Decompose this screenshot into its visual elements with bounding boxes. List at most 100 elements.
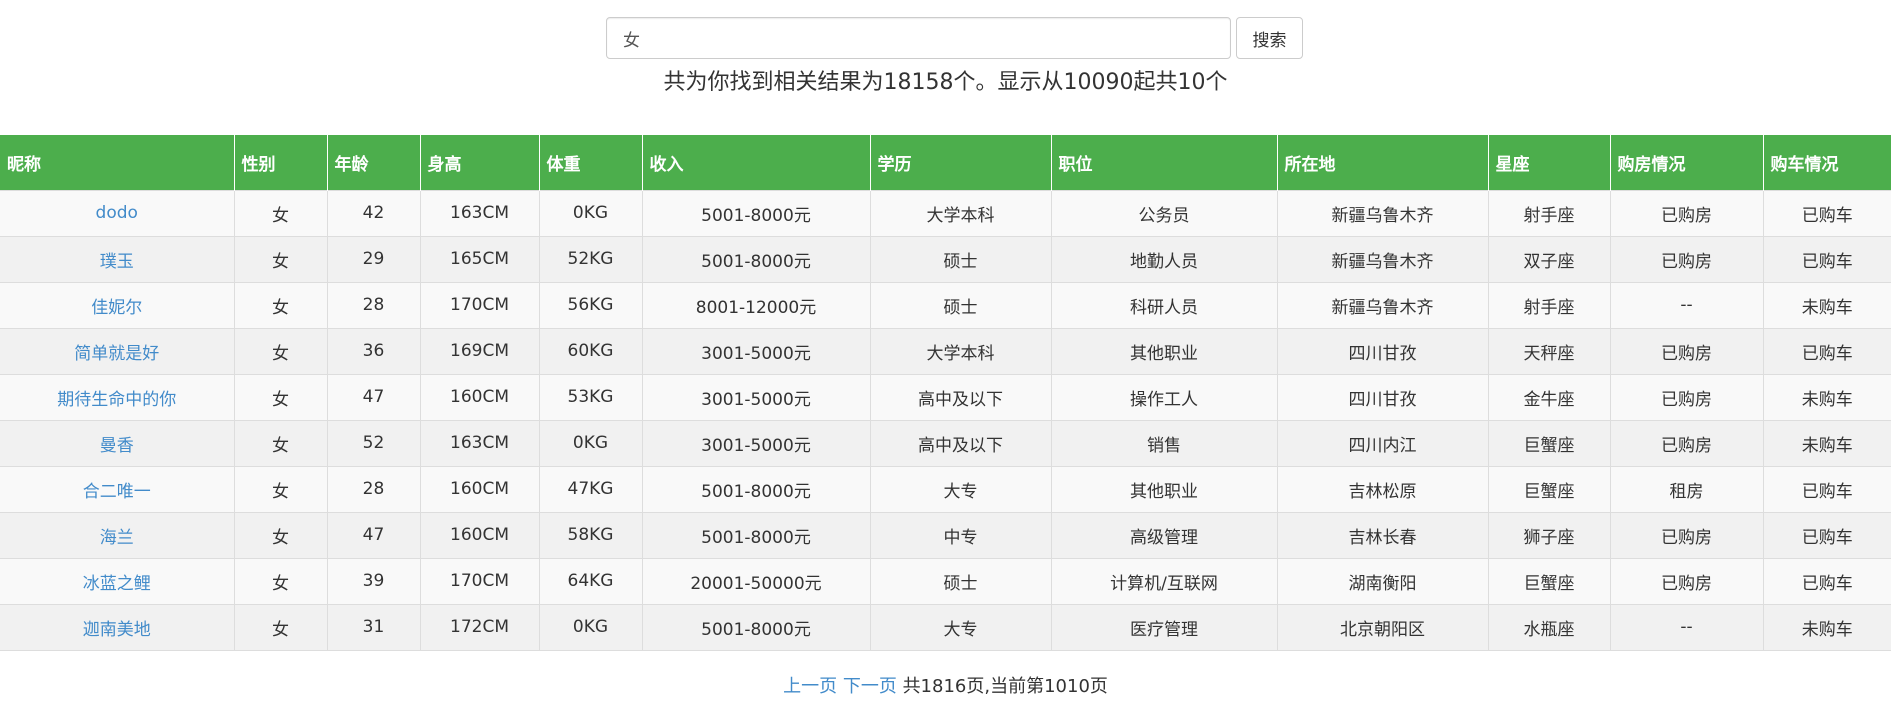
- cell-location: 四川内江: [1277, 419, 1489, 466]
- cell-weight: 64KG: [539, 557, 643, 604]
- cell-age: 29: [327, 235, 421, 282]
- cell-zodiac: 天秤座: [1488, 327, 1611, 374]
- cell-gender: 女: [234, 465, 328, 512]
- cell-occupation: 其他职业: [1051, 465, 1278, 512]
- cell-location: 吉林松原: [1277, 465, 1489, 512]
- cell-occupation: 公务员: [1051, 189, 1278, 236]
- column-header-occupation: 职位: [1051, 135, 1278, 190]
- cell-zodiac: 狮子座: [1488, 511, 1611, 558]
- cell-income: 5001-8000元: [642, 603, 871, 651]
- column-header-age: 年龄: [327, 135, 421, 190]
- cell-location: 四川甘孜: [1277, 327, 1489, 374]
- cell-age: 42: [327, 189, 421, 236]
- cell-weight: 58KG: [539, 511, 643, 558]
- cell-age: 31: [327, 603, 421, 651]
- cell-car: 未购车: [1763, 603, 1891, 651]
- cell-occupation: 高级管理: [1051, 511, 1278, 558]
- cell-gender: 女: [234, 373, 328, 420]
- cell-income: 3001-5000元: [642, 373, 871, 420]
- cell-height: 160CM: [420, 511, 540, 558]
- cell-age: 28: [327, 281, 421, 328]
- profile-link[interactable]: 冰蓝之鲤: [83, 574, 151, 594]
- profile-link[interactable]: 璞玉: [100, 252, 134, 272]
- cell-location: 湖南衡阳: [1277, 557, 1489, 604]
- cell-zodiac: 巨蟹座: [1488, 557, 1611, 604]
- prev-page-link[interactable]: 上一页: [783, 676, 837, 697]
- column-header-education: 学历: [870, 135, 1052, 190]
- profile-link[interactable]: 曼香: [100, 436, 134, 456]
- profile-link[interactable]: dodo: [96, 203, 138, 223]
- cell-age: 52: [327, 419, 421, 466]
- cell-zodiac: 金牛座: [1488, 373, 1611, 420]
- cell-weight: 52KG: [539, 235, 643, 282]
- cell-nickname: 璞玉: [0, 235, 235, 282]
- profile-link[interactable]: 迦南美地: [83, 620, 151, 640]
- cell-nickname: 简单就是好: [0, 327, 235, 374]
- cell-education: 大专: [870, 603, 1052, 651]
- cell-car: 已购车: [1763, 189, 1891, 236]
- cell-weight: 56KG: [539, 281, 643, 328]
- cell-income: 5001-8000元: [642, 235, 871, 282]
- column-header-nickname: 昵称: [0, 135, 235, 190]
- cell-age: 36: [327, 327, 421, 374]
- cell-age: 28: [327, 465, 421, 512]
- cell-income: 8001-12000元: [642, 281, 871, 328]
- cell-education: 高中及以下: [870, 373, 1052, 420]
- result-summary: 共为你找到相关结果为18158个。显示从10090起共10个: [663, 70, 1228, 95]
- cell-housing: 已购房: [1610, 557, 1764, 604]
- cell-weight: 0KG: [539, 603, 643, 651]
- cell-height: 172CM: [420, 603, 540, 651]
- cell-height: 170CM: [420, 557, 540, 604]
- cell-income: 3001-5000元: [642, 419, 871, 466]
- table-row: 期待生命中的你 女 47 160CM 53KG 3001-5000元 高中及以下 操作工人 四川…: [0, 373, 1891, 420]
- search-input[interactable]: [606, 17, 1231, 59]
- cell-age: 47: [327, 373, 421, 420]
- column-header-weight: 体重: [539, 135, 643, 190]
- cell-zodiac: 水瓶座: [1488, 603, 1611, 651]
- column-header-height: 身高: [420, 135, 540, 190]
- page-info: 共1816页,当前第1010页: [902, 676, 1108, 697]
- cell-housing: 已购房: [1610, 419, 1764, 466]
- cell-car: 已购车: [1763, 557, 1891, 604]
- cell-housing: --: [1610, 281, 1764, 328]
- cell-housing: --: [1610, 603, 1764, 651]
- profile-link[interactable]: 期待生命中的你: [57, 390, 176, 410]
- cell-location: 吉林长春: [1277, 511, 1489, 558]
- table-row: 曼香 女 52 163CM 0KG 3001-5000元 高中及以下 销售 四川内江 巨蟹座 已购房…: [0, 419, 1891, 466]
- table-row: dodo 女 42 163CM 0KG 5001-8000元 大学本科 公务员 新疆乌鲁木齐 射手…: [0, 189, 1891, 236]
- next-page-link[interactable]: 下一页: [843, 676, 897, 697]
- cell-nickname: 迦南美地: [0, 603, 235, 651]
- table-row: 迦南美地 女 31 172CM 0KG 5001-8000元 大专 医疗管理 北京朝阳区 水瓶座 -…: [0, 603, 1891, 651]
- cell-housing: 已购房: [1610, 327, 1764, 374]
- column-header-gender: 性别: [234, 135, 328, 190]
- cell-occupation: 科研人员: [1051, 281, 1278, 328]
- profile-link[interactable]: 海兰: [100, 528, 134, 548]
- table-header-row: 昵称 性别 年龄 身高 体重 收入 学历 职位 所在地 星座 购房情况 购车情况: [0, 135, 1891, 190]
- cell-gender: 女: [234, 511, 328, 558]
- profile-link[interactable]: 佳妮尔: [91, 298, 142, 318]
- cell-zodiac: 双子座: [1488, 235, 1611, 282]
- cell-height: 169CM: [420, 327, 540, 374]
- cell-income: 20001-50000元: [642, 557, 871, 604]
- table-row: 冰蓝之鲤 女 39 170CM 64KG 20001-50000元 硕士 计算机/互联网 湖南衡…: [0, 557, 1891, 604]
- cell-nickname: 曼香: [0, 419, 235, 466]
- cell-car: 已购车: [1763, 235, 1891, 282]
- cell-occupation: 地勤人员: [1051, 235, 1278, 282]
- profile-link[interactable]: 简单就是好: [74, 344, 159, 364]
- cell-housing: 已购房: [1610, 373, 1764, 420]
- cell-height: 160CM: [420, 373, 540, 420]
- cell-zodiac: 射手座: [1488, 281, 1611, 328]
- cell-weight: 60KG: [539, 327, 643, 374]
- cell-education: 硕士: [870, 235, 1052, 282]
- cell-education: 硕士: [870, 557, 1052, 604]
- search-button[interactable]: 搜索: [1236, 17, 1303, 59]
- profile-link[interactable]: 合二唯一: [83, 482, 151, 502]
- cell-location: 新疆乌鲁木齐: [1277, 235, 1489, 282]
- cell-nickname: 海兰: [0, 511, 235, 558]
- cell-occupation: 医疗管理: [1051, 603, 1278, 651]
- cell-zodiac: 射手座: [1488, 189, 1611, 236]
- cell-housing: 已购房: [1610, 189, 1764, 236]
- cell-gender: 女: [234, 235, 328, 282]
- cell-education: 硕士: [870, 281, 1052, 328]
- cell-education: 高中及以下: [870, 419, 1052, 466]
